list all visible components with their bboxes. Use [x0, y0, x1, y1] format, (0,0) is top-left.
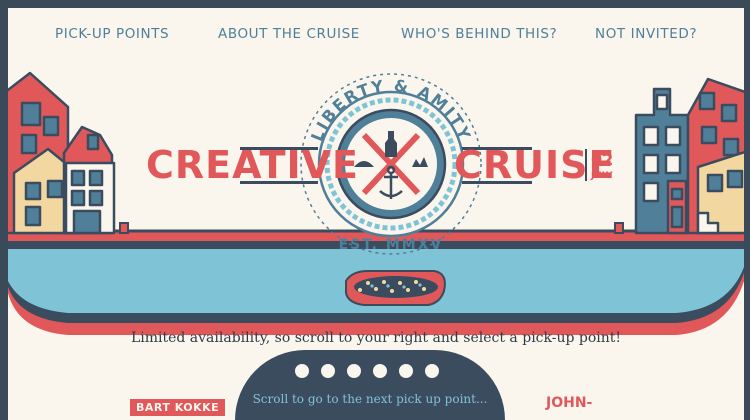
pager-scroll-text: Scroll to go to the next pick up point..…: [252, 392, 488, 406]
left-houses: [8, 71, 116, 235]
nav-about-cruise[interactable]: ABOUT THE CRUISE: [218, 26, 360, 42]
logo-word-creative: CREATIVE: [146, 143, 359, 187]
pager-dot-4[interactable]: [373, 364, 387, 378]
pickup-tag-right[interactable]: JOHN-: [546, 396, 592, 410]
pager-dot-6[interactable]: [425, 364, 439, 378]
pickup-tag-left[interactable]: BART KOKKE: [130, 399, 226, 416]
main-nav: PICK-UP POINTS ABOUT THE CRUISE WHO'S BE…: [8, 8, 744, 58]
nav-pickup-points[interactable]: PICK-UP POINTS: [55, 26, 169, 42]
pager-dot-5[interactable]: [399, 364, 413, 378]
pickup-pager: Scroll to go to the next pick up point..…: [235, 350, 505, 420]
boat-icon: [345, 270, 446, 306]
emblem-arc-bottom: EST. MMXV: [339, 237, 444, 253]
right-houses: [634, 77, 744, 235]
pager-dot-1[interactable]: [295, 364, 309, 378]
tagline: Limited availability, so scroll to your …: [130, 330, 622, 346]
logo-date-day: 02: [591, 150, 613, 169]
logo-date-month: JULY: [590, 171, 613, 181]
pager-dot-2[interactable]: [321, 364, 335, 378]
nav-not-invited[interactable]: NOT INVITED?: [595, 26, 697, 42]
hero-illustration: LIBERTY & AMITY EST. MMXV CREATIVE CRUIS…: [8, 71, 744, 335]
pager-dot-3[interactable]: [347, 364, 361, 378]
nav-whos-behind[interactable]: WHO'S BEHIND THIS?: [401, 26, 557, 42]
